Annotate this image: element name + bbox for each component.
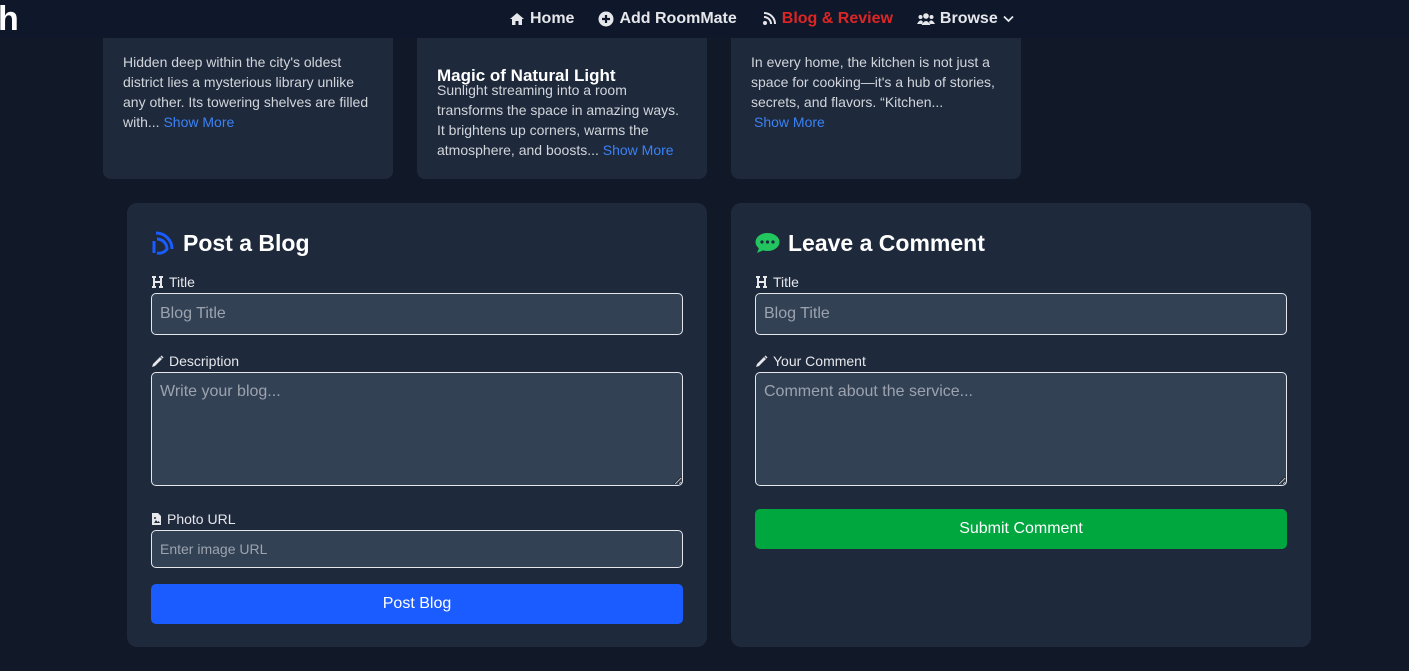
blog-card: Hidden deep within the city's oldest dis… <box>103 20 393 179</box>
nav-add-roommate[interactable]: Add RoomMate <box>598 10 737 28</box>
comment-heading-text: Leave a Comment <box>788 229 985 256</box>
blog-card: In every home, the kitchen is not just a… <box>731 20 1021 179</box>
nav-add-roommate-label: Add RoomMate <box>619 10 737 27</box>
comment-textarea[interactable] <box>755 372 1287 486</box>
blog-card-excerpt: Hidden deep within the city's oldest dis… <box>123 54 369 130</box>
comments-icon <box>755 233 780 253</box>
your-comment-label: Your Comment <box>755 352 1287 370</box>
nav-browse-label: Browse <box>939 10 998 27</box>
post-blog-panel: Post a Blog Title Description Photo URL … <box>127 203 707 647</box>
nav-home[interactable]: Home <box>509 10 574 28</box>
show-more-link[interactable]: Show More <box>603 142 674 158</box>
description-label-text: Description <box>169 353 240 369</box>
submit-comment-button[interactable]: Submit Comment <box>755 509 1287 549</box>
post-blog-heading: Post a Blog <box>151 227 683 259</box>
photo-url-label: Photo URL <box>151 510 683 528</box>
photo-url-input[interactable] <box>151 530 683 568</box>
post-blog-button[interactable]: Post Blog <box>151 584 683 624</box>
description-label: Description <box>151 352 683 370</box>
chevron-down-icon <box>1003 15 1014 23</box>
blog-card: Magic of Natural Light Sunlight streamin… <box>417 20 707 179</box>
comment-panel: Leave a Comment Title Your Comment Submi… <box>731 203 1311 647</box>
brand-logo-text[interactable]: h <box>0 2 19 36</box>
home-icon <box>510 13 524 25</box>
photo-url-label-text: Photo URL <box>167 511 236 527</box>
blog-rss-icon <box>762 12 776 25</box>
title-label-text: Title <box>169 274 195 290</box>
title-label: Title <box>151 273 683 291</box>
comment-title-label: Title <box>755 273 1287 291</box>
show-more-link[interactable]: Show More <box>754 114 825 130</box>
blog-rss-icon <box>152 231 174 255</box>
comment-heading: Leave a Comment <box>755 227 1287 259</box>
heading-icon <box>152 276 163 288</box>
post-blog-heading-text: Post a Blog <box>183 229 310 256</box>
comment-title-label-text: Title <box>773 274 799 290</box>
show-more-link[interactable]: Show More <box>163 114 234 130</box>
plus-circle-icon <box>598 11 614 27</box>
heading-icon <box>756 276 767 288</box>
your-comment-label-text: Your Comment <box>773 353 866 369</box>
navbar: h Home Add RoomMate Blog & Review Browse <box>0 0 1409 38</box>
nav-blog-review[interactable]: Blog & Review <box>761 10 893 28</box>
pen-icon <box>756 354 768 367</box>
comment-title-input[interactable] <box>755 293 1287 335</box>
blog-description-textarea[interactable] <box>151 372 683 486</box>
nav-browse-dropdown[interactable]: Browse <box>916 10 1014 28</box>
nav-blog-review-label: Blog & Review <box>781 10 893 27</box>
nav-links: Home Add RoomMate Blog & Review Browse <box>509 10 1014 28</box>
users-icon <box>916 13 935 25</box>
blog-title-input[interactable] <box>151 293 683 335</box>
nav-home-label: Home <box>530 10 575 27</box>
file-image-icon <box>152 513 161 525</box>
blog-card-excerpt: In every home, the kitchen is not just a… <box>751 54 995 110</box>
pen-icon <box>152 354 164 367</box>
